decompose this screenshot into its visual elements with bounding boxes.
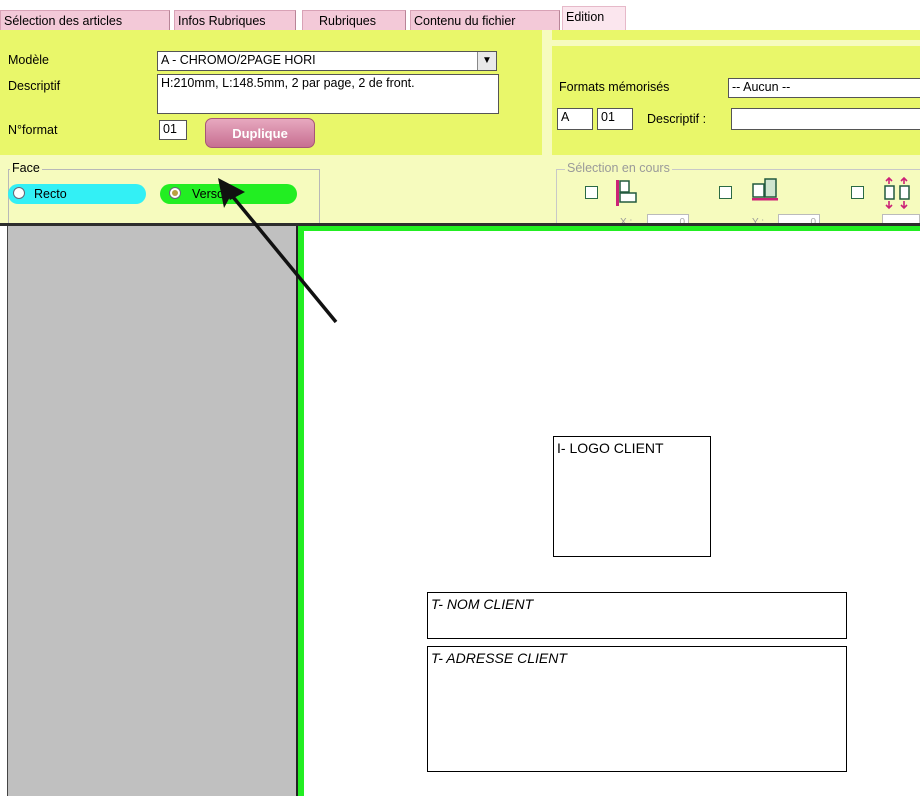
chevron-down-icon[interactable]: ▼: [477, 52, 496, 70]
format-code-a-value: A: [561, 110, 570, 124]
adresse-client-box[interactable]: T- ADRESSE CLIENT: [427, 646, 847, 772]
descriptif-value: H:210mm, L:148.5mm, 2 par page, 2 de fro…: [161, 76, 415, 90]
recto-radio[interactable]: Recto: [8, 184, 146, 204]
formats-panel-top: [552, 40, 920, 46]
tab-label: Contenu du fichier: [414, 14, 516, 28]
tab-label: Infos Rubriques: [178, 14, 266, 28]
descriptif-label: Descriptif: [8, 79, 61, 93]
selection-title: Sélection en cours: [565, 161, 672, 175]
modele-value: A - CHROMO/2PAGE HORI: [161, 53, 316, 67]
duplique-label: Duplique: [232, 126, 288, 141]
radio-dot-fill: [172, 190, 178, 196]
duplique-button[interactable]: Duplique: [205, 118, 315, 148]
annotation-arrow-icon: [218, 178, 338, 324]
formats-descriptif-field[interactable]: [731, 108, 920, 130]
face-title: Face: [10, 161, 42, 175]
formats-select[interactable]: -- Aucun --: [728, 78, 920, 98]
align-left-checkbox[interactable]: [585, 186, 598, 199]
modele-label: Modèle: [8, 53, 49, 67]
distribute-icon: [884, 176, 910, 210]
align-top-icon: [752, 178, 778, 201]
tab-label: Rubriques: [319, 14, 376, 28]
radio-off-icon: [13, 187, 25, 199]
logo-client-label: I- LOGO CLIENT: [557, 440, 664, 456]
formats-label: Formats mémorisés: [559, 80, 670, 94]
canvas-left-edge: [0, 226, 8, 796]
tab-selection-articles[interactable]: Sélection des articles: [0, 10, 170, 31]
tab-rubriques[interactable]: Rubriques: [302, 10, 406, 31]
tab-bar: Sélection des articles Infos Rubriques R…: [0, 0, 920, 35]
logo-client-box[interactable]: I- LOGO CLIENT: [553, 436, 711, 557]
nformat-field[interactable]: 01: [159, 120, 187, 140]
format-code-num-value: 01: [601, 110, 615, 124]
align-left-icon: [616, 180, 637, 206]
descriptif-field[interactable]: H:210mm, L:148.5mm, 2 par page, 2 de fro…: [157, 74, 499, 114]
formats-descriptif-label: Descriptif :: [647, 112, 707, 126]
format-code-num-field[interactable]: 01: [597, 108, 633, 130]
nformat-label: N°format: [8, 123, 58, 137]
tab-contenu-fichier[interactable]: Contenu du fichier: [410, 10, 560, 31]
tab-label: Sélection des articles: [4, 14, 123, 28]
distribute-checkbox[interactable]: [851, 186, 864, 199]
format-code-a-field[interactable]: A: [557, 108, 593, 130]
formats-select-value: -- Aucun --: [732, 80, 791, 94]
nformat-value: 01: [163, 122, 177, 136]
nom-client-box[interactable]: T- NOM CLIENT: [427, 592, 847, 639]
nom-client-label: T- NOM CLIENT: [431, 596, 534, 612]
modele-select[interactable]: A - CHROMO/2PAGE HORI ▼: [157, 51, 497, 71]
align-top-checkbox[interactable]: [719, 186, 732, 199]
radio-on-icon: [169, 187, 181, 199]
tab-infos-rubriques[interactable]: Infos Rubriques: [174, 10, 296, 31]
recto-label: Recto: [34, 187, 67, 201]
adresse-client-label: T- ADRESSE CLIENT: [431, 650, 567, 666]
tab-label: Edition: [566, 10, 605, 24]
